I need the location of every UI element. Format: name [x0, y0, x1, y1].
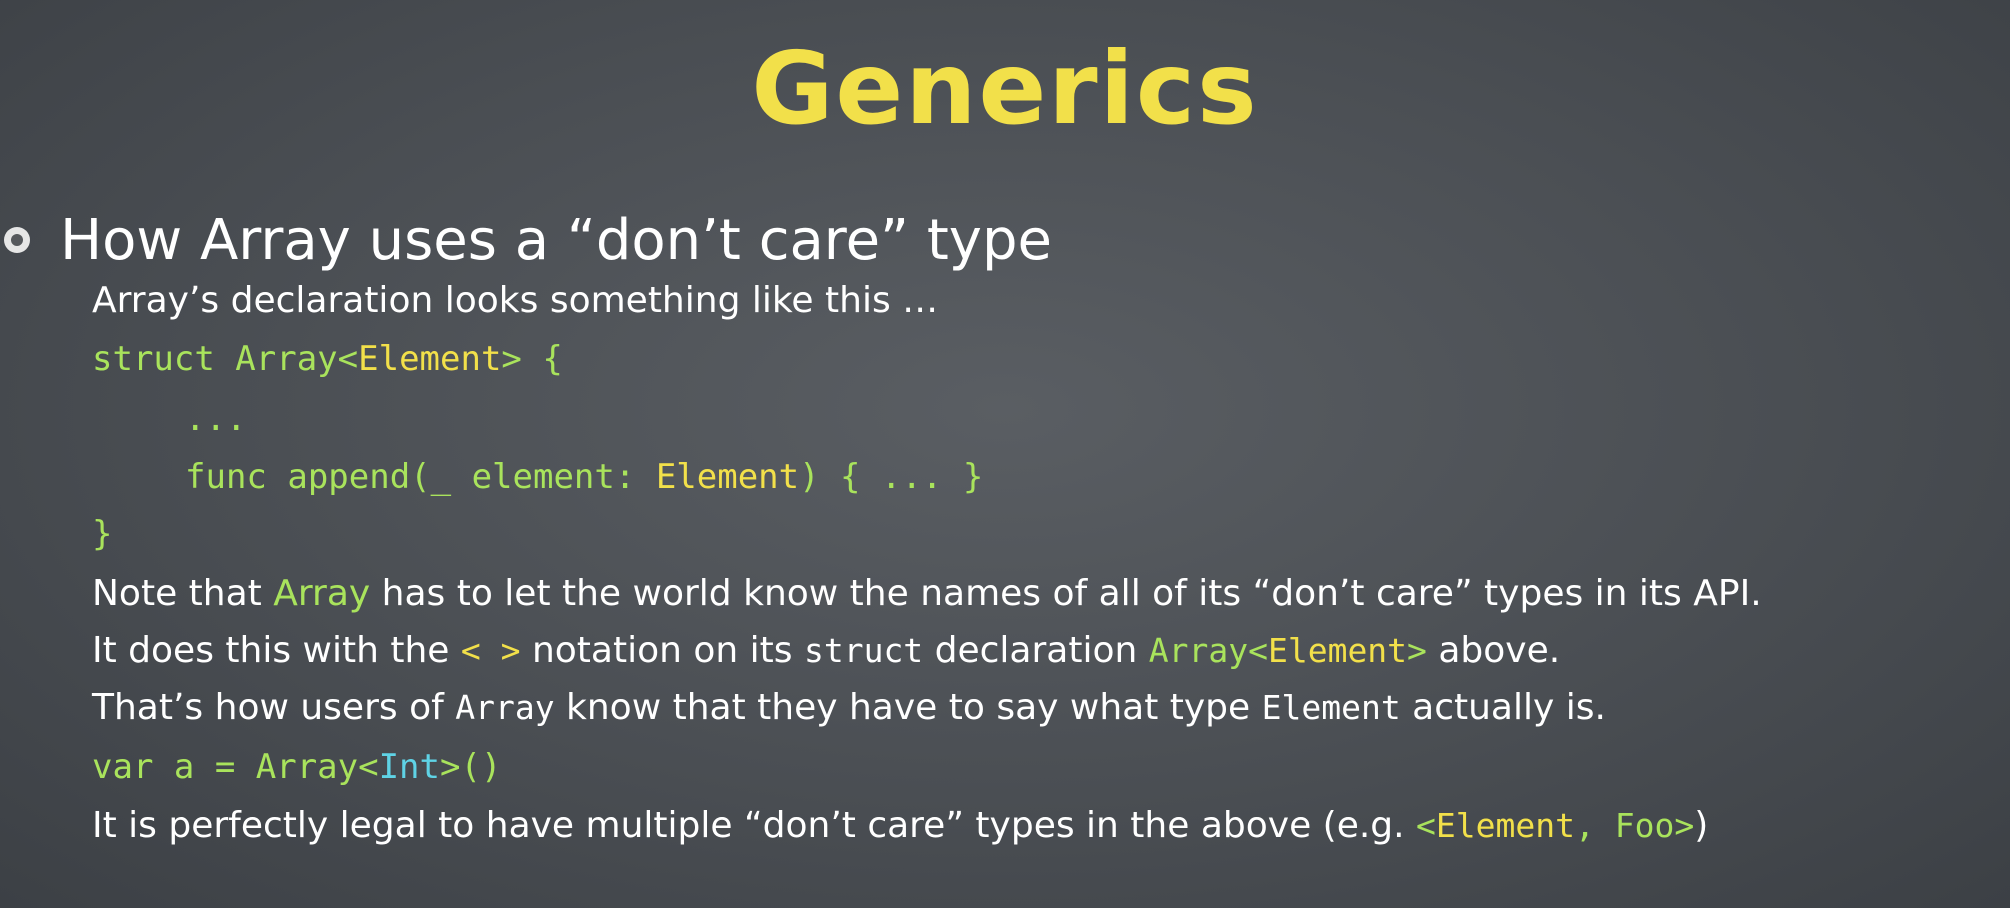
bullet-icon — [4, 227, 30, 253]
code-array-open: Array< — [235, 339, 359, 379]
legal-p1: It is perfectly legal to have multiple “… — [92, 805, 1417, 846]
code-func-suffix: ) { ... } — [799, 457, 984, 497]
does-p3: declaration — [923, 630, 1149, 671]
code-element: Element — [358, 339, 502, 379]
code-struct-line: struct Array<Element> { — [92, 342, 563, 376]
thats-array: Array — [455, 688, 555, 727]
bullet-text: How Array uses a “don’t care” type — [60, 207, 1052, 273]
legal-p2: ) — [1694, 805, 1709, 846]
var-p2: >() — [440, 747, 502, 787]
thats-element: Element — [1261, 688, 1401, 727]
legal-code2: , Foo> — [1575, 806, 1695, 845]
code-func-line: func append(_ element: Element) { ... } — [185, 460, 983, 494]
bullet-heading: How Array uses a “don’t care” type — [0, 205, 1052, 275]
var-int: Int — [378, 747, 440, 787]
does-array: Array< — [1148, 631, 1268, 670]
note-p2: has to let the world know the names of a… — [370, 573, 1762, 614]
thats-p3: actually is. — [1400, 687, 1606, 728]
does-element: Element — [1267, 631, 1408, 670]
does-struct: struct — [803, 631, 924, 670]
does-p4: above. — [1426, 630, 1561, 671]
does-brackets: < > — [460, 631, 521, 670]
does-close: > — [1407, 631, 1427, 670]
note-line: Note that Array has to let the world kno… — [92, 576, 1762, 612]
thats-line: That’s how users of Array know that they… — [92, 690, 1606, 726]
does-p2: notation on its — [520, 630, 804, 671]
code-func-type: Element — [655, 457, 800, 497]
var-line: var a = Array<Int>() — [92, 750, 501, 784]
var-p1: var a = Array< — [92, 747, 379, 787]
legal-line: It is perfectly legal to have multiple “… — [92, 808, 1708, 844]
slide-title: Generics — [751, 30, 1259, 147]
code-dots-line: ... — [185, 399, 247, 439]
code-end-brace: } — [92, 514, 113, 554]
legal-element: Element — [1435, 806, 1575, 845]
note-array: Array — [273, 573, 371, 614]
code-func-prefix: func append(_ element: — [185, 457, 656, 497]
legal-code1: < — [1416, 806, 1436, 845]
does-line: It does this with the < > notation on it… — [92, 633, 1560, 669]
code-struct-keyword: struct — [92, 339, 236, 379]
thats-p2: know that they have to say what type — [554, 687, 1262, 728]
code-close: > { — [501, 339, 563, 379]
does-p1: It does this with the — [92, 630, 461, 671]
note-p1: Note that — [92, 573, 274, 614]
declaration-intro: Array’s declaration looks something like… — [92, 280, 939, 321]
thats-p1: That’s how users of — [92, 687, 456, 728]
